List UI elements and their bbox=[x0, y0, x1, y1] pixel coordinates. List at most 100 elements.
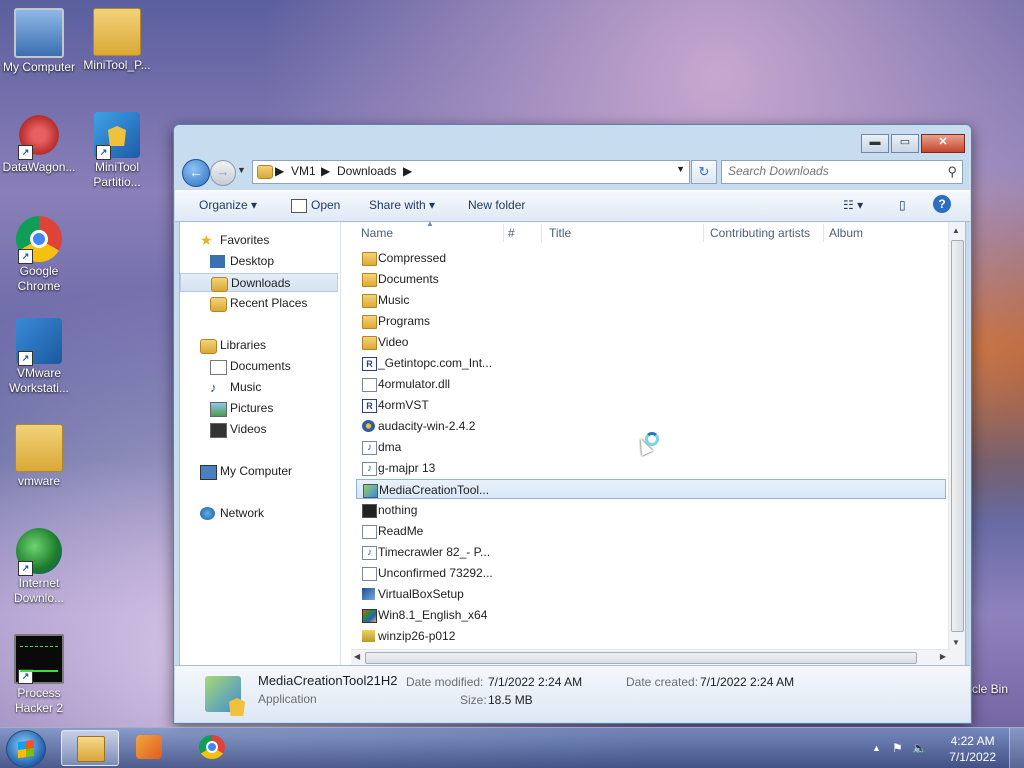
nav-lib-videos[interactable]: Videos bbox=[180, 420, 338, 439]
file-row[interactable]: Unconfirmed 73292... bbox=[356, 563, 946, 583]
show-hidden-icons-icon[interactable]: ▲ bbox=[872, 743, 881, 753]
nav-recent-places[interactable]: Recent Places bbox=[180, 294, 338, 313]
breadcrumb-downloads[interactable]: Downloads bbox=[337, 164, 396, 178]
search-input[interactable] bbox=[722, 161, 934, 181]
nav-favorites[interactable]: ★ Favorites bbox=[180, 231, 338, 250]
column-divider[interactable] bbox=[541, 224, 542, 242]
file-row[interactable]: R _Getintopc.com_Int... bbox=[356, 353, 946, 373]
downloads-folder-icon bbox=[211, 277, 228, 292]
nav-network[interactable]: Network bbox=[180, 504, 338, 523]
minimize-button[interactable]: ▬ bbox=[861, 134, 889, 153]
volume-icon[interactable]: 🔈 bbox=[912, 741, 927, 755]
nav-desktop[interactable]: Desktop bbox=[180, 252, 338, 271]
file-row[interactable]: Video bbox=[356, 332, 946, 352]
column-header-title[interactable]: Title bbox=[549, 226, 571, 240]
desktop-icon-minitool-folder[interactable]: MiniTool_P... bbox=[78, 8, 156, 73]
share-with-menu[interactable]: Share with ▾ bbox=[369, 198, 435, 212]
open-icon bbox=[291, 198, 307, 213]
file-row[interactable]: Compressed bbox=[356, 248, 946, 268]
new-folder-button[interactable]: New folder bbox=[468, 198, 525, 212]
address-dropdown-icon[interactable]: ▼ bbox=[676, 164, 685, 174]
command-bar: Organize ▾ Open Share with ▾ New folder … bbox=[175, 190, 970, 222]
folder-icon bbox=[362, 252, 377, 266]
nav-label: Music bbox=[230, 380, 262, 394]
desktop-icon-my-computer[interactable]: My Computer bbox=[0, 8, 78, 75]
breadcrumb-separator-icon[interactable]: ▶ bbox=[321, 164, 330, 178]
desktop-icon-google-chrome[interactable]: ↗ Google Chrome bbox=[0, 216, 78, 294]
size-value: 18.5 MB bbox=[488, 693, 533, 707]
file-row[interactable]: winzip26-p012 bbox=[356, 626, 946, 646]
desktop-icon-minitool-partition[interactable]: ↗ MiniTool Partitio... bbox=[78, 112, 156, 190]
desktop-icon-process-hacker[interactable]: ↗ Process Hacker 2 bbox=[0, 634, 78, 716]
nav-lib-pictures[interactable]: Pictures bbox=[180, 399, 338, 418]
breadcrumb-vm1[interactable]: VM1 bbox=[291, 164, 316, 178]
scroll-left-arrow-icon[interactable]: ◀ bbox=[354, 652, 360, 661]
file-row[interactable]: 4ormulator.dll bbox=[356, 374, 946, 394]
column-divider[interactable] bbox=[703, 224, 704, 242]
file-row[interactable]: Music bbox=[356, 290, 946, 310]
close-button[interactable]: ✕ bbox=[921, 134, 965, 153]
search-box[interactable]: ⚲ bbox=[721, 160, 963, 184]
scroll-right-arrow-icon[interactable]: ▶ bbox=[940, 652, 946, 661]
column-header-number[interactable]: # bbox=[508, 226, 515, 240]
scroll-down-arrow-icon[interactable]: ▼ bbox=[952, 638, 960, 647]
file-row[interactable]: Documents bbox=[356, 269, 946, 289]
horizontal-scrollbar[interactable]: ◀ ▶ bbox=[351, 649, 949, 665]
recent-pages-dropdown[interactable]: ▼ bbox=[237, 165, 246, 175]
nav-my-computer[interactable]: My Computer bbox=[180, 462, 338, 481]
navigation-pane: ★ Favorites Desktop Downloads Recent Pla… bbox=[180, 222, 341, 665]
taskbar-chrome[interactable] bbox=[184, 730, 240, 764]
file-name: winzip26-p012 bbox=[378, 629, 456, 643]
show-desktop-button[interactable] bbox=[1009, 728, 1024, 768]
nav-downloads[interactable]: Downloads bbox=[180, 273, 338, 292]
clock[interactable]: 4:22 AM 7/1/2022 bbox=[949, 733, 996, 765]
nav-lib-music[interactable]: ♪ Music bbox=[180, 378, 338, 397]
maximize-button[interactable]: ▭ bbox=[891, 134, 919, 153]
column-header-album[interactable]: Album bbox=[829, 226, 863, 240]
preview-pane-icon[interactable]: ▯ bbox=[899, 198, 906, 212]
file-row[interactable]: MediaCreationTool... bbox=[356, 479, 946, 499]
clock-time: 4:22 AM bbox=[950, 734, 995, 748]
desktop-icon-vmware-folder[interactable]: vmware bbox=[0, 424, 78, 489]
file-row[interactable]: VirtualBoxSetup bbox=[356, 584, 946, 604]
organize-menu[interactable]: Organize ▾ bbox=[199, 198, 257, 212]
column-header-contributing-artists[interactable]: Contributing artists bbox=[710, 226, 810, 240]
address-bar[interactable]: ▶ VM1 ▶ Downloads ▶ ▼ bbox=[252, 160, 690, 184]
desktop-icon-vmware-workstation[interactable]: ↗ VMware Workstati... bbox=[0, 318, 78, 396]
horizontal-scroll-thumb[interactable] bbox=[365, 652, 917, 664]
nav-libraries[interactable]: Libraries bbox=[180, 336, 338, 355]
taskbar-explorer[interactable] bbox=[61, 730, 119, 766]
vertical-scrollbar[interactable]: ▲ ▼ bbox=[948, 222, 965, 665]
vertical-scroll-thumb[interactable] bbox=[951, 240, 964, 632]
file-row[interactable]: R 4ormVST bbox=[356, 395, 946, 415]
desktop-icon-datawagon[interactable]: ↗ DataWagon... bbox=[0, 112, 78, 175]
file-row[interactable]: Win8.1_English_x64 bbox=[356, 605, 946, 625]
help-icon[interactable]: ? bbox=[933, 195, 951, 213]
change-view-icon[interactable]: ☷ ▾ bbox=[843, 198, 863, 212]
action-center-icon[interactable]: ⚑ bbox=[892, 741, 903, 755]
file-row[interactable]: nothing bbox=[356, 500, 946, 520]
back-button[interactable]: ← bbox=[182, 159, 210, 187]
file-row[interactable]: ReadMe bbox=[356, 521, 946, 541]
forward-button[interactable]: → bbox=[210, 160, 236, 186]
open-button[interactable]: Open bbox=[291, 198, 340, 213]
breadcrumb-separator-icon[interactable]: ▶ bbox=[275, 164, 284, 178]
file-row[interactable]: ♪ Timecrawler 82_- P... bbox=[356, 542, 946, 562]
nav-lib-documents[interactable]: Documents bbox=[180, 357, 338, 376]
search-icon[interactable]: ⚲ bbox=[947, 164, 957, 180]
refresh-button[interactable]: ↻ bbox=[691, 160, 717, 184]
start-button[interactable] bbox=[6, 730, 46, 768]
file-row[interactable]: Programs bbox=[356, 311, 946, 331]
breadcrumb-separator-icon[interactable]: ▶ bbox=[403, 164, 412, 178]
column-divider[interactable] bbox=[823, 224, 824, 242]
taskbar: ▲ ⚑ 🔈 4:22 AM 7/1/2022 bbox=[0, 727, 1024, 768]
column-divider[interactable] bbox=[503, 224, 504, 242]
desktop-icon-internet-download-manager[interactable]: ↗ Internet Downlo... bbox=[0, 528, 78, 606]
nav-label: Network bbox=[220, 506, 265, 520]
file-row[interactable]: ♪ g-majpr 13 bbox=[356, 458, 946, 478]
column-header-name[interactable]: Name bbox=[361, 226, 393, 240]
file-name: VirtualBoxSetup bbox=[378, 587, 464, 601]
taskbar-media-player[interactable] bbox=[121, 730, 177, 764]
minitool-icon: ↗ bbox=[94, 112, 140, 160]
scroll-up-arrow-icon[interactable]: ▲ bbox=[952, 226, 960, 235]
